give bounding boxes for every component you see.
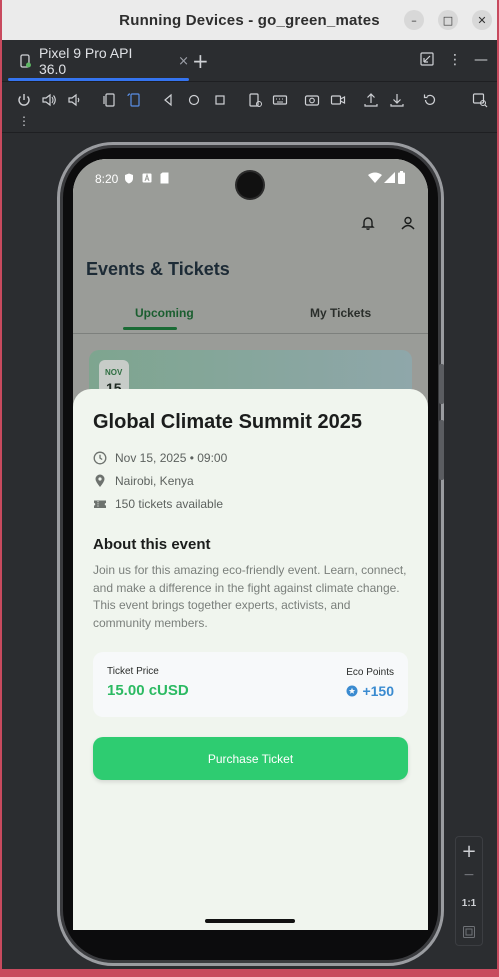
emulator-window: Running Devices - go_green_mates – □ ✕ P… [0, 0, 499, 977]
device-side-button [439, 364, 444, 404]
power-icon[interactable] [16, 92, 32, 108]
ticket-price-value: 15.00 cUSD [107, 682, 189, 699]
zoom-controls: + − 1:1 [455, 836, 483, 946]
purchase-ticket-label: Purchase Ticket [207, 751, 294, 766]
fold-icon[interactable] [247, 92, 263, 108]
event-datetime-row: Nov 15, 2025 • 09:00 [93, 451, 227, 465]
device-icon [20, 54, 31, 68]
front-camera [237, 172, 263, 198]
zoom-out-icon[interactable]: − [456, 867, 482, 883]
eco-badge-icon [346, 685, 358, 697]
clock-icon [93, 451, 107, 465]
back-icon[interactable] [160, 92, 176, 108]
more-options-icon[interactable]: ⋮ [448, 52, 462, 68]
device-tab[interactable]: Pixel 9 Pro API 36.0 × [8, 40, 189, 82]
device-screen[interactable]: 8:20 Events & Tickets Upcoming My Ticket… [73, 159, 428, 930]
close-icon[interactable]: ✕ [472, 10, 492, 30]
zoom-fit-icon[interactable] [456, 923, 482, 942]
about-heading: About this event [93, 536, 211, 553]
event-location: Nairobi, Kenya [115, 474, 194, 488]
tab-bar: Upcoming My Tickets [73, 306, 428, 334]
zoom-in-icon[interactable]: + [456, 841, 482, 862]
screenshot-icon[interactable] [304, 92, 320, 108]
event-tickets-available: 150 tickets available [115, 497, 224, 511]
page-title: Events & Tickets [86, 259, 230, 279]
wifi-icon [368, 172, 382, 183]
purchase-ticket-button[interactable]: Purchase Ticket [93, 737, 408, 780]
volume-down-icon[interactable] [66, 92, 82, 108]
status-bar: 8:20 [73, 159, 428, 199]
download-icon[interactable] [389, 92, 405, 108]
title-bar: Running Devices - go_green_mates – □ ✕ [2, 0, 497, 40]
upload-icon[interactable] [363, 92, 379, 108]
gesture-home-indicator[interactable] [205, 919, 295, 923]
screen-record-icon[interactable] [330, 92, 346, 108]
tab-my-tickets-label: My Tickets [310, 306, 372, 320]
tab-my-tickets[interactable]: My Tickets [310, 306, 371, 320]
active-tab-indicator [123, 327, 177, 330]
device-volume-button [439, 420, 444, 480]
event-tickets-row: 150 tickets available [93, 497, 223, 511]
maximize-icon[interactable]: □ [438, 10, 458, 30]
sim-status-icon [160, 172, 169, 184]
status-time: 8:20 [95, 172, 119, 186]
home-icon[interactable] [186, 92, 202, 108]
battery-icon [398, 171, 405, 184]
device-tab-bar: Pixel 9 Pro API 36.0 × + ⋮ — [2, 40, 497, 82]
add-device-icon[interactable]: + [192, 49, 209, 73]
eco-points: +150 [346, 683, 394, 699]
event-title: Global Climate Summit 2025 [93, 411, 362, 433]
zoom-actual-size[interactable]: 1:1 [456, 898, 482, 909]
device-toolbar: ⋮ [2, 83, 497, 133]
reset-icon[interactable] [422, 92, 438, 108]
signal-icon [384, 172, 395, 183]
about-description: Join us for this amazing eco-friendly ev… [93, 563, 407, 630]
rotate-left-icon[interactable] [101, 92, 117, 108]
shield-status-icon [125, 173, 133, 184]
location-pin-icon [95, 474, 105, 487]
inspect-icon[interactable] [472, 92, 488, 108]
device-tab-label: Pixel 9 Pro API 36.0 [38, 45, 133, 77]
window-title: Running Devices - go_green_mates [119, 11, 380, 29]
rotate-right-icon[interactable] [126, 92, 142, 108]
toolbar-overflow-icon[interactable]: ⋮ [16, 113, 32, 129]
overview-icon[interactable] [212, 92, 228, 108]
tab-active-indicator [8, 78, 189, 81]
event-details-sheet: Global Climate Summit 2025 Nov 15, 2025 … [73, 389, 428, 930]
keyboard-icon[interactable] [272, 92, 288, 108]
tab-close-icon[interactable]: × [178, 54, 189, 69]
minimize-icon[interactable]: – [404, 10, 424, 30]
ticket-price-label: Ticket Price [107, 666, 159, 677]
price-card: Ticket Price 15.00 cUSD Eco Points +150 [93, 652, 408, 717]
volume-up-icon[interactable] [41, 92, 57, 108]
ticket-icon [94, 500, 106, 508]
event-datetime: Nov 15, 2025 • 09:00 [115, 451, 228, 465]
restore-layout-icon[interactable] [420, 52, 434, 70]
hide-panel-icon[interactable]: — [474, 52, 488, 68]
eco-points-label: Eco Points [346, 667, 394, 678]
notifications-icon[interactable] [360, 215, 376, 231]
profile-icon[interactable] [400, 215, 416, 231]
tab-upcoming-label: Upcoming [135, 306, 194, 320]
eco-points-value: +150 [362, 683, 394, 699]
event-location-row: Nairobi, Kenya [93, 474, 194, 488]
event-date-month: NOV [105, 368, 123, 377]
a-status-icon [142, 173, 152, 183]
tab-upcoming[interactable]: Upcoming [123, 306, 194, 330]
